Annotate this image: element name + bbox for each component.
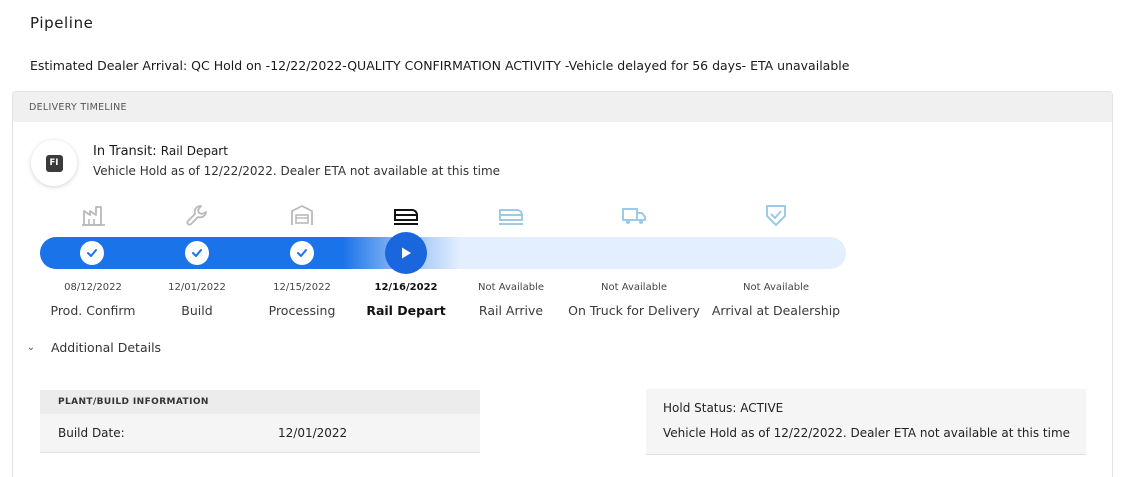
step-date: Not Available bbox=[743, 282, 809, 293]
current-step-marker bbox=[385, 232, 427, 274]
plant-build-card: PLANT/BUILD INFORMATION Build Date: 12/0… bbox=[40, 390, 480, 455]
build-date-value: 12/01/2022 bbox=[278, 426, 348, 440]
hold-status-card: Hold Status: ACTIVE Vehicle Hold as of 1… bbox=[646, 389, 1086, 455]
truck-icon bbox=[619, 203, 649, 227]
hold-description: Vehicle Hold as of 12/22/2022. Dealer ET… bbox=[663, 426, 1071, 440]
build-date-label: Build Date: bbox=[58, 426, 125, 440]
step-date: Not Available bbox=[601, 282, 667, 293]
status-badge: FI bbox=[45, 154, 63, 172]
step-name: Arrival at Dealership bbox=[711, 303, 841, 318]
estimated-dealer-arrival: Estimated Dealer Arrival: QC Hold on -12… bbox=[30, 58, 850, 73]
additional-details-label: Additional Details bbox=[51, 340, 162, 355]
chevron-down-icon: ⌄ bbox=[26, 342, 36, 353]
step-name: Rail Arrive bbox=[478, 303, 544, 318]
hold-status-line: Hold Status: ACTIVE bbox=[663, 401, 784, 415]
shield-check-icon bbox=[761, 203, 791, 227]
step-label-on-truck: Not Available On Truck for Delivery bbox=[564, 282, 704, 318]
status-description: Vehicle Hold as of 12/22/2022. Dealer ET… bbox=[93, 164, 501, 178]
train-icon bbox=[391, 203, 421, 227]
wrench-icon bbox=[182, 203, 212, 227]
additional-details-toggle[interactable]: ⌄ Additional Details bbox=[25, 340, 161, 355]
build-date-row: Build Date: 12/01/2022 bbox=[40, 414, 480, 453]
plant-build-header: PLANT/BUILD INFORMATION bbox=[40, 390, 480, 414]
play-icon bbox=[402, 247, 411, 259]
delivery-timeline-header: DELIVERY TIMELINE bbox=[13, 92, 1112, 122]
step-label-arrival-dealership: Not Available Arrival at Dealership bbox=[706, 282, 846, 318]
factory-icon bbox=[79, 203, 109, 227]
step-check-processing bbox=[290, 241, 314, 265]
progress-track bbox=[40, 237, 846, 269]
step-check-prod-confirm bbox=[80, 241, 104, 265]
page-title: Pipeline bbox=[30, 14, 94, 32]
status-heading: In Transit: Rail Depart bbox=[93, 144, 228, 159]
status-avatar: FI bbox=[31, 140, 77, 186]
step-date: Not Available bbox=[478, 282, 544, 293]
garage-icon bbox=[287, 203, 317, 227]
step-check-build bbox=[185, 241, 209, 265]
step-name: On Truck for Delivery bbox=[568, 303, 700, 318]
status-label: In Transit: bbox=[93, 144, 157, 159]
step-label-rail-arrive: Not Available Rail Arrive bbox=[441, 282, 581, 318]
train-arrive-icon bbox=[496, 203, 526, 227]
delivery-timeline-panel: DELIVERY TIMELINE FI In Transit: Rail De… bbox=[12, 91, 1113, 477]
status-value: Rail Depart bbox=[160, 144, 228, 158]
